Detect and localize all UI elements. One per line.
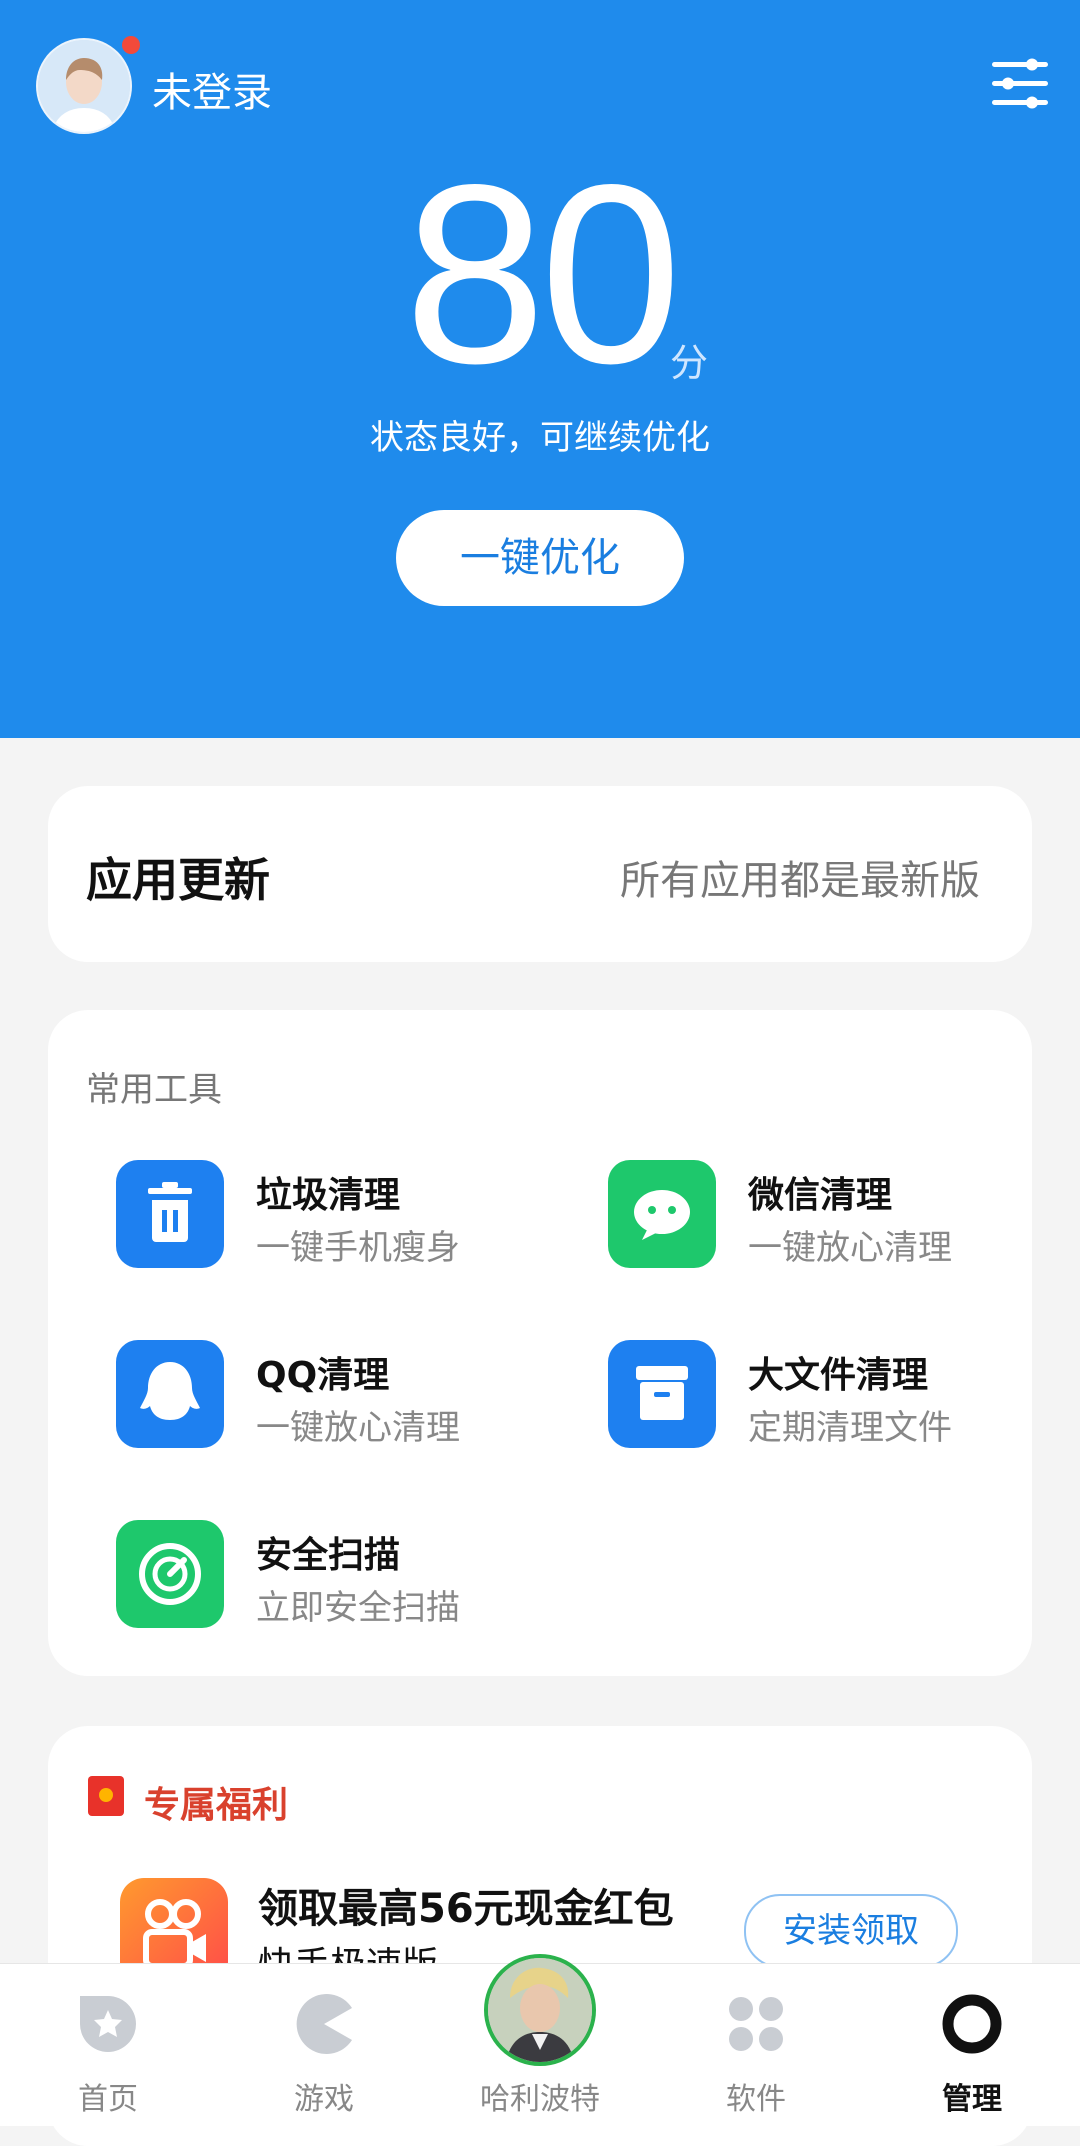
radar-scan-icon <box>116 1520 224 1628</box>
home-star-icon <box>76 1992 140 2056</box>
score-unit: 分 <box>670 341 709 385</box>
nav-harry-potter[interactable]: 哈利波特 <box>432 1954 648 2126</box>
nav-software[interactable]: 软件 <box>648 1964 864 2126</box>
bottom-navigation: 首页 游戏 哈利波特 软件 管理 <box>0 1954 1080 2126</box>
notification-dot <box>122 36 140 54</box>
harry-potter-avatar <box>484 1954 596 2066</box>
tool-name: 垃圾清理 <box>256 1175 401 1216</box>
manage-ring-icon <box>940 1992 1004 2056</box>
tool-name: 微信清理 <box>748 1175 893 1216</box>
app-update-status: 所有应用都是最新版 <box>620 858 980 904</box>
nav-label: 哈利波特 <box>480 2082 600 2117</box>
app-update-title: 应用更新 <box>86 853 270 907</box>
nav-home[interactable]: 首页 <box>0 1964 216 2126</box>
common-tools-card: 常用工具 垃圾清理 一键手机瘦身 微信清理 一键放心清理 QQ清理 一键放心清理… <box>48 1010 1032 1676</box>
tool-junk-clean[interactable]: 垃圾清理 一键手机瘦身 <box>116 1160 536 1272</box>
tool-name: QQ清理 <box>256 1355 390 1396</box>
tool-security-scan[interactable]: 安全扫描 立即安全扫描 <box>116 1520 536 1632</box>
promo-title: 领取最高56元现金红包 <box>258 1886 674 1932</box>
login-status[interactable]: 未登录 <box>152 60 272 118</box>
nav-games[interactable]: 游戏 <box>216 1964 432 2126</box>
qq-icon <box>116 1340 224 1448</box>
status-text: 状态良好，可继续优化 <box>370 418 710 458</box>
pacman-game-icon <box>292 1992 356 2056</box>
user-avatar[interactable] <box>36 38 132 134</box>
user-avatar-icon <box>38 40 130 132</box>
install-claim-button[interactable]: 安装领取 <box>744 1894 958 1968</box>
one-key-optimize-button[interactable]: 一键优化 <box>396 510 684 606</box>
tool-name: 大文件清理 <box>748 1355 929 1396</box>
app-update-card[interactable]: 应用更新 所有应用都是最新版 <box>48 786 1032 962</box>
nav-label: 软件 <box>726 2082 786 2117</box>
wechat-icon <box>608 1160 716 1268</box>
tools-section-title: 常用工具 <box>86 1070 222 1110</box>
archive-icon <box>608 1340 716 1448</box>
nav-label: 首页 <box>78 2082 138 2117</box>
tool-desc: 立即安全扫描 <box>256 1588 460 1628</box>
apps-grid-icon <box>724 1992 788 2056</box>
tool-desc: 一键放心清理 <box>256 1408 460 1448</box>
red-envelope-icon <box>88 1776 124 1816</box>
tool-qq-clean[interactable]: QQ清理 一键放心清理 <box>116 1340 536 1452</box>
settings-sliders-button[interactable] <box>988 52 1052 116</box>
tool-name: 安全扫描 <box>256 1535 401 1576</box>
tool-desc: 一键放心清理 <box>748 1228 952 1268</box>
nav-manage[interactable]: 管理 <box>864 1964 1080 2126</box>
score-display: 80 <box>0 132 1080 417</box>
sliders-icon <box>992 58 1048 109</box>
tool-large-file-clean[interactable]: 大文件清理 定期清理文件 <box>608 1340 1028 1452</box>
tool-desc: 定期清理文件 <box>748 1408 952 1448</box>
tool-desc: 一键手机瘦身 <box>256 1228 460 1268</box>
trash-icon <box>116 1160 224 1268</box>
welfare-title: 专属福利 <box>144 1785 289 1826</box>
nav-label-active: 管理 <box>942 2082 1002 2117</box>
health-score: 80 <box>404 132 682 417</box>
tool-wechat-clean[interactable]: 微信清理 一键放心清理 <box>608 1160 1028 1272</box>
nav-label: 游戏 <box>294 2082 354 2117</box>
